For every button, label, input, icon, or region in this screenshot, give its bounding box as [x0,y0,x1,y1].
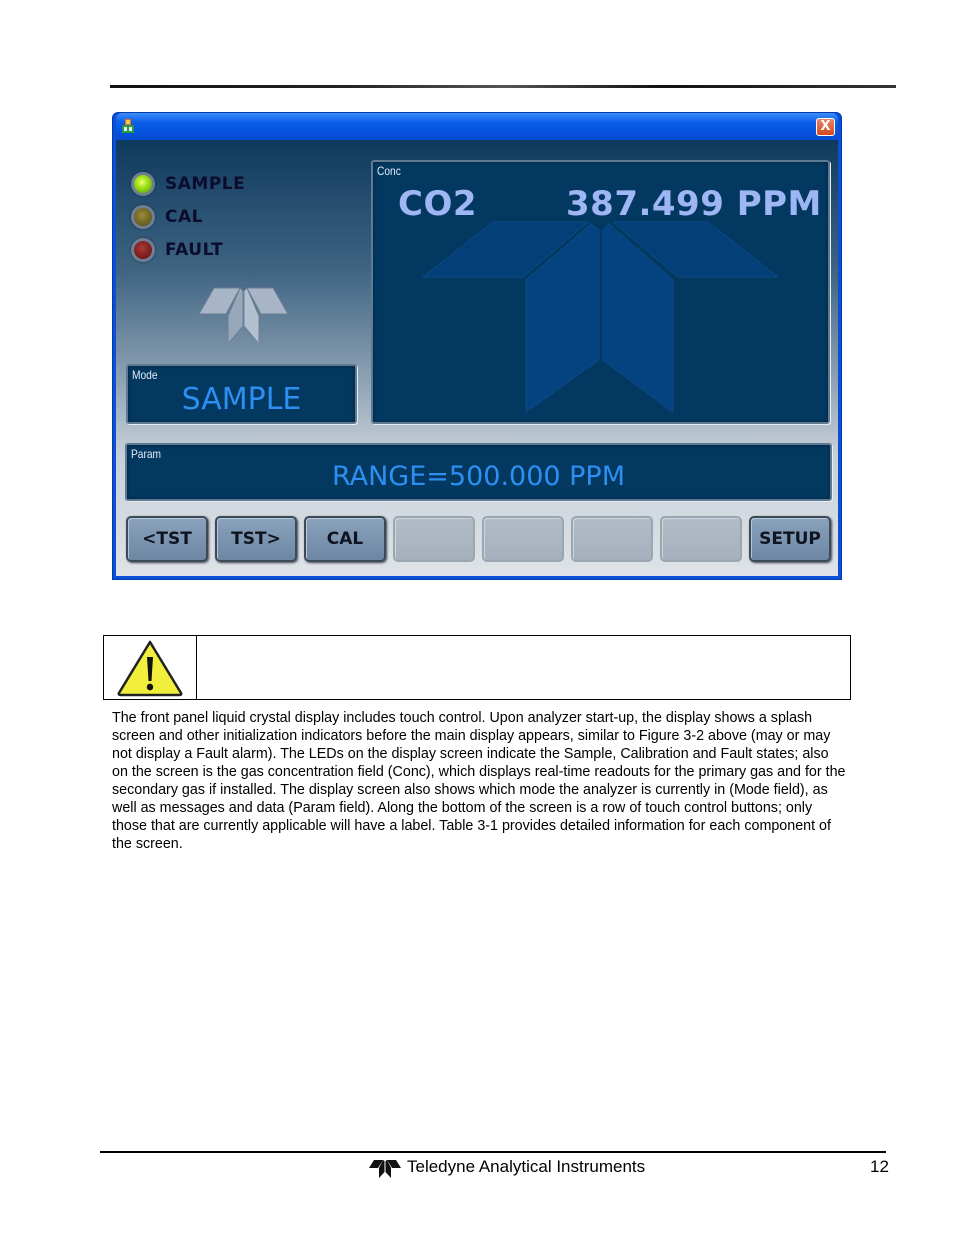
teledyne-logo-icon [198,287,289,342]
caution-icon-cell [104,636,197,699]
cal-button[interactable]: CAL [304,516,386,562]
mode-caption: Mode [132,368,158,382]
footer-company: Teledyne Analytical Instruments [407,1157,646,1176]
display-screen: SAMPLE CAL FAULT Conc CO2 387.499 PPM Mo… [116,140,838,576]
close-button[interactable]: X [816,118,835,136]
led-fault-indicator [131,238,155,262]
caution-table [103,635,851,700]
close-icon: X [820,119,831,134]
conc-gas-name: CO2 [398,184,478,224]
conc-caption: Conc [377,164,401,178]
param-field: Param RANGE=500.000 PPM [125,443,832,501]
blank-button-7[interactable] [660,516,742,562]
mode-value: SAMPLE [181,382,302,417]
led-cal-label: CAL [165,207,203,227]
caution-text [197,636,850,699]
mode-field: Mode SAMPLE [126,364,357,424]
title-bar[interactable]: X [116,113,838,140]
led-sample: SAMPLE [131,172,245,196]
footer-rule [100,1151,886,1153]
led-fault: FAULT [131,238,223,262]
conc-field: Conc CO2 387.499 PPM [371,160,830,424]
touch-button-row: <TST TST> CAL SETUP [126,516,831,562]
page-number: 12 [870,1157,889,1176]
blank-button-4[interactable] [393,516,475,562]
analyzer-window: X SAMPLE CAL FAULT Conc CO2 387.499 PPM … [112,112,842,580]
header-rule [110,85,896,88]
led-fault-label: FAULT [165,240,224,260]
tst-next-button[interactable]: TST> [215,516,297,562]
description-paragraph: The front panel liquid crystal display i… [112,710,846,852]
teledyne-footer-logo-icon [369,1160,401,1178]
led-sample-label: SAMPLE [165,174,246,194]
led-cal-indicator [131,205,155,229]
param-caption: Param [131,447,162,461]
app-icon [122,119,134,133]
conc-value: 387.499 PPM [566,184,822,224]
led-sample-indicator [131,172,155,196]
tst-prev-button[interactable]: <TST [126,516,208,562]
param-value: RANGE=500.000 PPM [331,461,626,492]
setup-button[interactable]: SETUP [749,516,831,562]
led-cal: CAL [131,205,203,229]
blank-button-6[interactable] [571,516,653,562]
warning-icon [117,640,183,696]
blank-button-5[interactable] [482,516,564,562]
